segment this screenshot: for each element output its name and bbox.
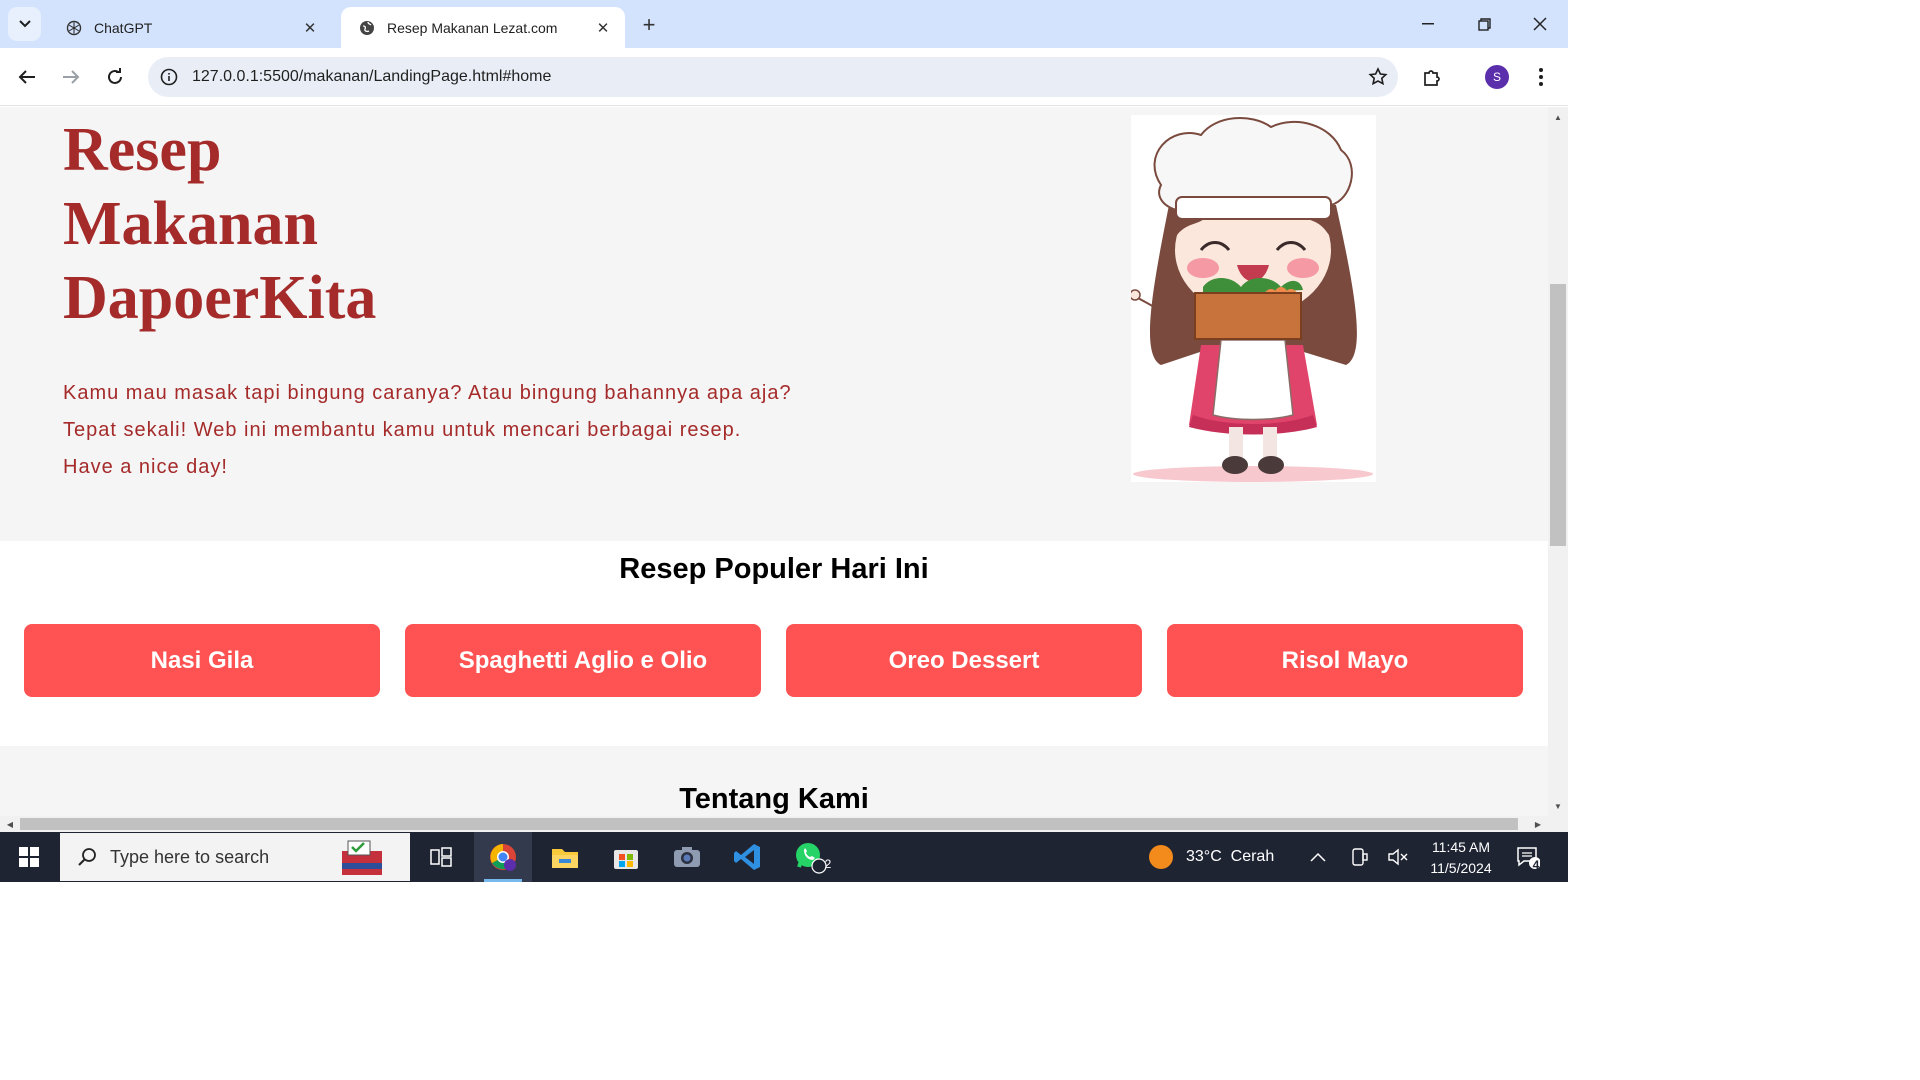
browser-menu-button[interactable]: [1525, 61, 1557, 93]
vscode-icon: [734, 844, 760, 870]
active-indicator: [484, 879, 522, 882]
taskbar-file-explorer[interactable]: [536, 832, 594, 882]
restore-icon: [1477, 17, 1491, 31]
reload-icon: [108, 68, 122, 84]
show-hidden-icons-button[interactable]: [1310, 832, 1326, 882]
search-placeholder: Type here to search: [110, 846, 270, 867]
taskbar-camera[interactable]: [658, 832, 716, 882]
camera-icon: [674, 847, 700, 867]
taskbar-microsoft-store[interactable]: [597, 832, 655, 882]
avatar: S: [1485, 65, 1509, 89]
store-icon: [614, 850, 638, 869]
weather-widget[interactable]: 33°C Cerah: [1148, 832, 1274, 882]
taskbar-search-box[interactable]: Type here to search: [60, 833, 410, 881]
chrome-icon: [490, 844, 516, 871]
site-info-icon[interactable]: [160, 68, 178, 86]
task-view-icon: [430, 847, 452, 867]
profile-button[interactable]: S: [1481, 61, 1513, 93]
taskbar-chrome[interactable]: [474, 832, 532, 882]
horizontal-scroll-thumb[interactable]: [20, 818, 1518, 830]
popular-recipes-section: Resep Populer Hari Ini Nasi Gila Spaghet…: [0, 541, 1548, 746]
recipe-card-oreo-dessert[interactable]: Oreo Dessert: [786, 624, 1142, 697]
vertical-scrollbar[interactable]: ▲ ▼: [1548, 107, 1568, 816]
extensions-button[interactable]: [1416, 61, 1448, 93]
notification-count: 4: [1532, 858, 1540, 872]
weather-text: 33°C Cerah: [1186, 848, 1275, 865]
page-viewport: Resep Makanan DapoerKita Kamu mau masak …: [0, 107, 1548, 816]
close-icon[interactable]: ✕: [300, 18, 320, 38]
taskbar-whatsapp[interactable]: 2: [781, 832, 839, 882]
hero-title-line: Makanan: [63, 190, 318, 258]
hero-title-line: DapoerKita: [63, 264, 377, 332]
tab-chatgpt[interactable]: ChatGPT ✕: [48, 7, 332, 48]
sun-icon: [1149, 845, 1173, 869]
ballot-box-highlight-icon: [342, 840, 382, 875]
tab-resep-makanan[interactable]: Resep Makanan Lezat.com ✕: [341, 7, 625, 48]
tab-title: Resep Makanan Lezat.com: [387, 19, 558, 36]
puzzle-icon: [1424, 70, 1440, 86]
hero-intro-line: Have a nice day!: [63, 456, 228, 478]
bookmark-star-icon[interactable]: [1358, 67, 1398, 87]
minimize-icon: [1422, 23, 1434, 25]
task-view-button[interactable]: [412, 832, 470, 882]
whatsapp-badge: 2: [824, 857, 832, 871]
address-bar[interactable]: 127.0.0.1:5500/makanan/LandingPage.html#…: [148, 57, 1398, 97]
clock-date: 11/5/2024: [1430, 860, 1492, 876]
scroll-right-arrow-icon[interactable]: ▶: [1530, 816, 1546, 832]
scroll-down-arrow-icon[interactable]: ▼: [1548, 798, 1568, 814]
popular-heading: Resep Populer Hari Ini: [619, 553, 929, 585]
chevron-up-icon: [1310, 852, 1326, 862]
windows-taskbar: Type here to search 2 33°C Cerah 11:45 A…: [0, 832, 1568, 882]
recipe-card-nasi-gila[interactable]: Nasi Gila: [24, 624, 380, 697]
back-button[interactable]: [11, 61, 43, 93]
chef-girl-illustration: [1129, 115, 1376, 482]
restore-button[interactable]: [1456, 0, 1512, 48]
chevron-down-icon: [18, 20, 31, 28]
volume-button[interactable]: [1388, 832, 1408, 882]
chatgpt-favicon-icon: [66, 20, 82, 36]
scroll-left-arrow-icon[interactable]: ◀: [2, 816, 18, 832]
vertical-scroll-thumb[interactable]: [1550, 284, 1566, 546]
globe-icon: [359, 20, 375, 36]
more-vertical-icon: [1539, 68, 1543, 86]
tab-title: ChatGPT: [94, 19, 153, 36]
browser-toolbar: 127.0.0.1:5500/makanan/LandingPage.html#…: [0, 48, 1568, 106]
new-tab-button[interactable]: +: [636, 12, 662, 38]
hero-intro-line: Tepat sekali! Web ini membantu kamu untu…: [63, 419, 742, 441]
notification-center-button[interactable]: 4: [1516, 832, 1540, 882]
arrow-left-icon: [18, 70, 35, 84]
search-icon: [76, 846, 98, 868]
volume-muted-icon: [1388, 848, 1408, 866]
hero-intro-line: Kamu mau masak tapi bingung caranya? Ata…: [63, 382, 792, 404]
about-heading: Tentang Kami: [679, 783, 869, 815]
forward-button[interactable]: [55, 61, 87, 93]
close-window-button[interactable]: [1512, 0, 1568, 48]
clock-time: 11:45 AM: [1431, 839, 1491, 855]
folder-icon: [552, 849, 578, 868]
browser-tab-strip: ChatGPT ✕ Resep Makanan Lezat.com ✕ +: [0, 0, 1568, 48]
recipe-card-risol-mayo[interactable]: Risol Mayo: [1167, 624, 1523, 697]
close-icon: [1533, 17, 1547, 31]
hero-section: Resep Makanan DapoerKita Kamu mau masak …: [0, 107, 1548, 541]
about-section: Tentang Kami: [0, 746, 1548, 816]
meet-now-icon: [1352, 848, 1368, 866]
close-icon[interactable]: ✕: [593, 18, 613, 38]
horizontal-scrollbar[interactable]: ◀ ▶: [0, 816, 1548, 832]
reload-button[interactable]: [99, 61, 131, 93]
system-clock[interactable]: 11:45 AM 11/5/2024: [1416, 837, 1506, 879]
meet-now-button[interactable]: [1350, 832, 1368, 882]
start-button[interactable]: [0, 832, 58, 882]
scroll-up-arrow-icon[interactable]: ▲: [1548, 109, 1568, 125]
windows-logo-icon: [19, 847, 39, 867]
recipe-card-spaghetti-aglio-olio[interactable]: Spaghetti Aglio e Olio: [405, 624, 761, 697]
arrow-right-icon: [63, 70, 80, 84]
taskbar-vscode[interactable]: [719, 832, 777, 882]
hero-title: Resep Makanan DapoerKita: [63, 113, 563, 335]
hero-intro: Kamu mau masak tapi bingung caranya? Ata…: [63, 375, 963, 486]
url-text[interactable]: 127.0.0.1:5500/makanan/LandingPage.html#…: [192, 68, 1358, 86]
tab-search-button[interactable]: [8, 7, 41, 41]
minimize-button[interactable]: [1400, 0, 1456, 48]
hero-title-line: Resep: [63, 116, 222, 184]
scrollbar-corner: [1548, 816, 1568, 832]
